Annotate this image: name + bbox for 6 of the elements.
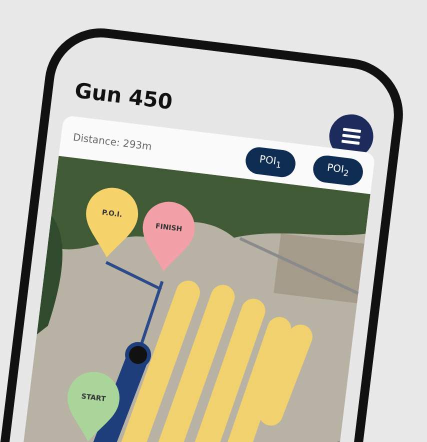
distance-label: Distance: 293m: [72, 132, 154, 156]
sprinkler-gun-icon: [125, 342, 152, 368]
app-title: Gun 450: [73, 78, 174, 114]
menu-icon: [341, 127, 362, 146]
poi-button[interactable]: POI$_{2}$: [311, 154, 364, 187]
poi-button[interactable]: POI$_{1}$: [244, 146, 297, 179]
